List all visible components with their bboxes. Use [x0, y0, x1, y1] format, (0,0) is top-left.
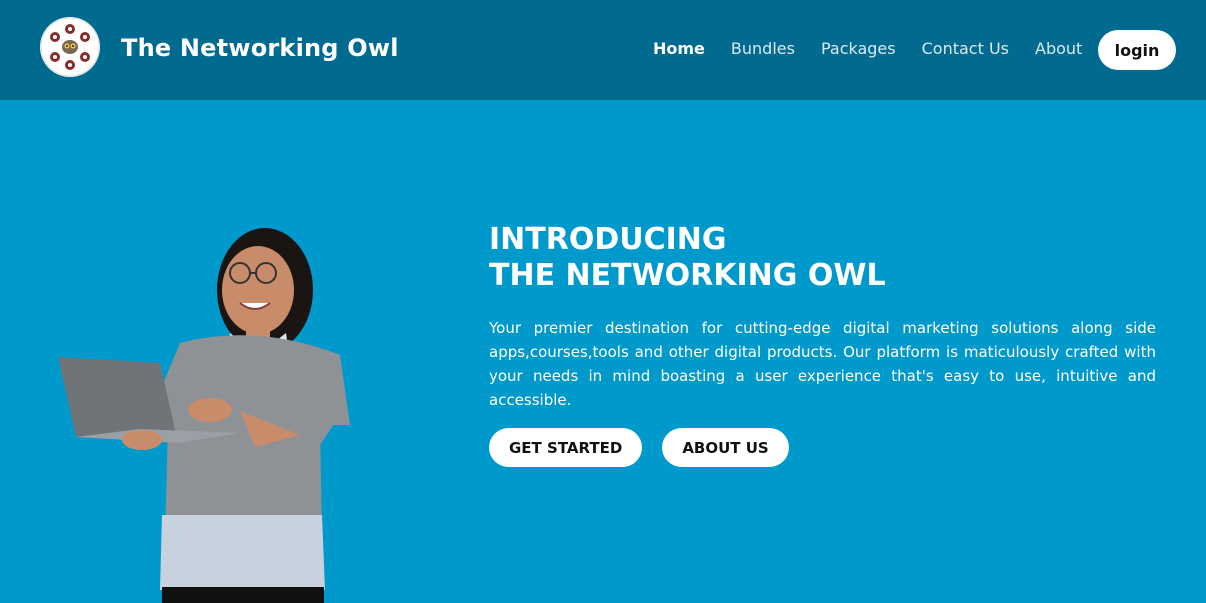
nav-packages[interactable]: Packages [821, 39, 896, 58]
hero-title: INTRODUCING THE NETWORKING OWL [489, 222, 1156, 294]
about-us-button[interactable]: ABOUT US [662, 428, 789, 467]
hero-section: INTRODUCING THE NETWORKING OWL Your prem… [489, 222, 1156, 467]
hero-title-line2: THE NETWORKING OWL [489, 258, 886, 293]
get-started-button[interactable]: GET STARTED [489, 428, 643, 467]
navbar: The Networking Owl Home Bundles Packages… [0, 0, 1206, 100]
cta-row: GET STARTED ABOUT US [489, 428, 1156, 467]
hero-description: Your premier destination for cutting-edg… [489, 319, 1156, 409]
hero-title-line1: INTRODUCING [489, 222, 727, 257]
main-nav: Home Bundles Packages Contact Us About [653, 39, 1108, 58]
nav-home[interactable]: Home [653, 39, 705, 58]
nav-bundles[interactable]: Bundles [731, 39, 795, 58]
login-button[interactable]: login [1098, 30, 1176, 70]
nav-about[interactable]: About [1035, 39, 1082, 58]
brand-title[interactable]: The Networking Owl [121, 34, 399, 62]
nav-contact-us[interactable]: Contact Us [922, 39, 1009, 58]
hero-person-image [50, 215, 370, 603]
owl-logo-icon[interactable] [40, 17, 100, 77]
